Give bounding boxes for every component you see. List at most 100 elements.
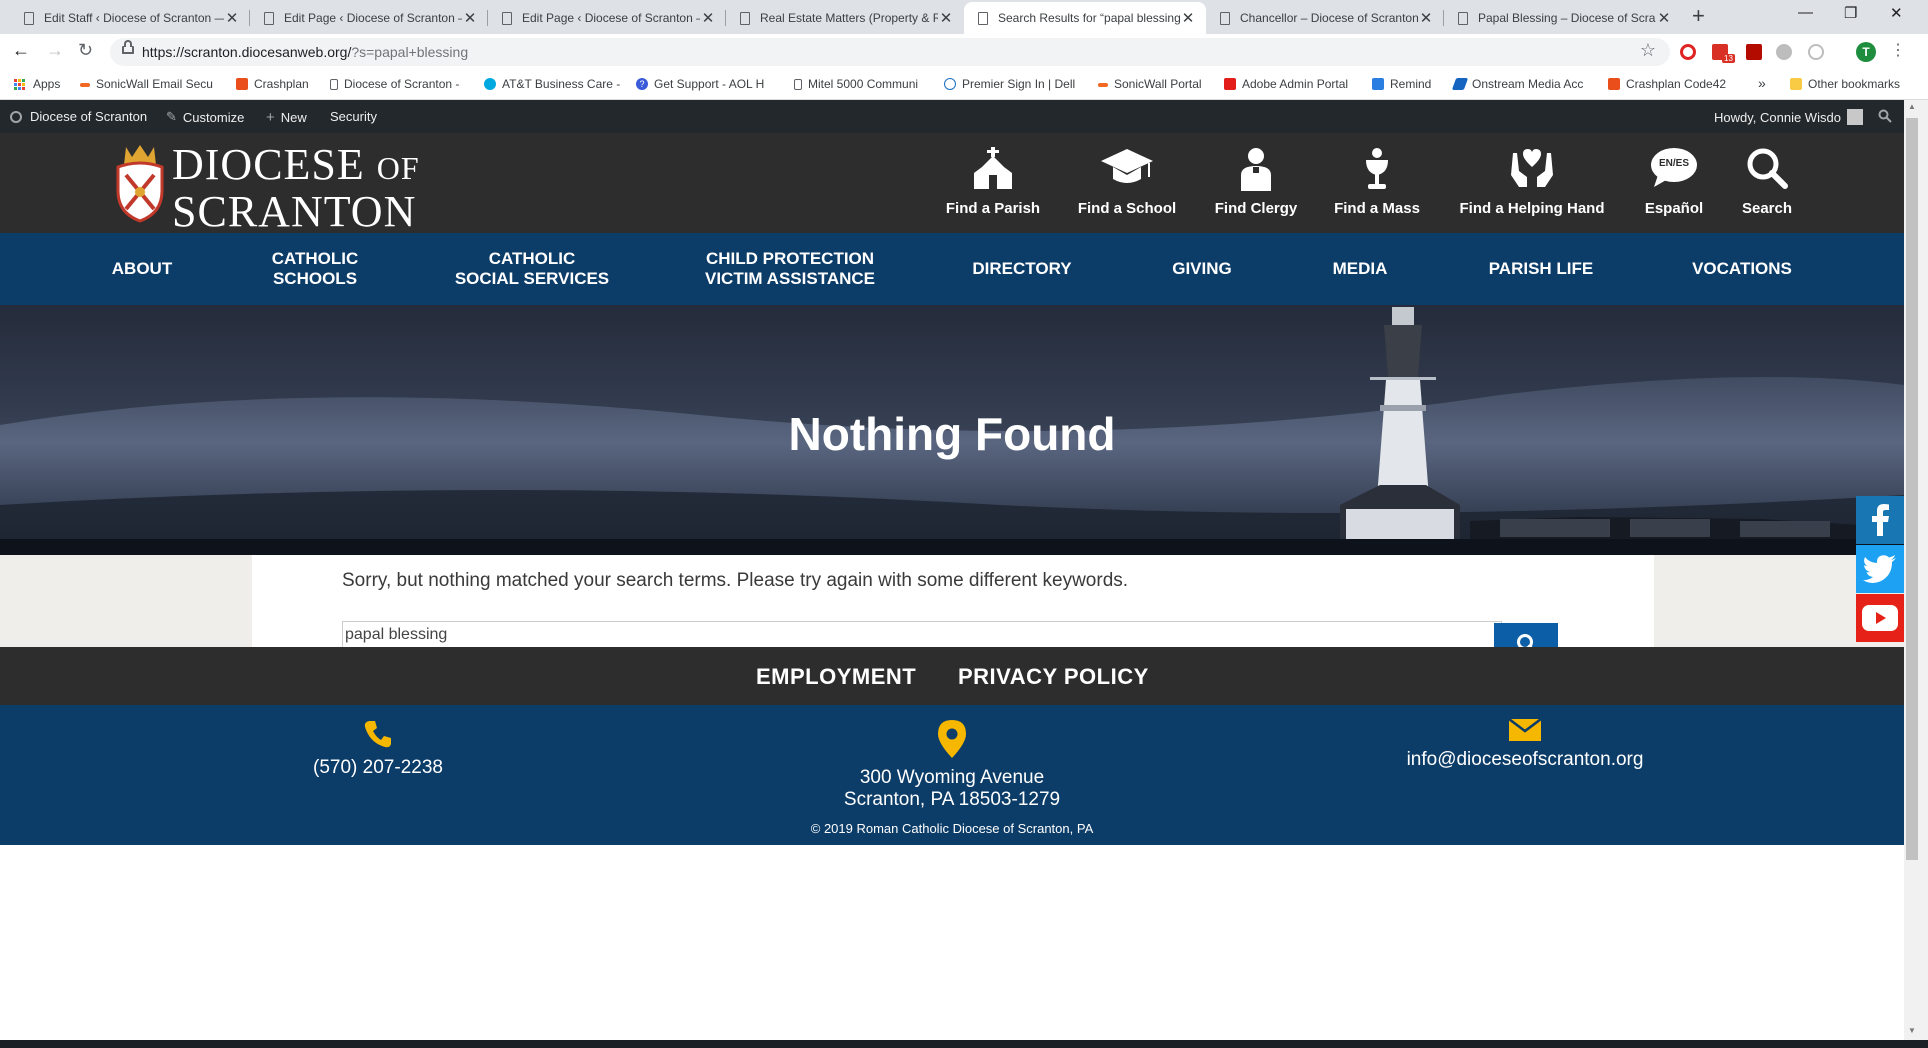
footer-link-privacy-policy[interactable]: PRIVACY POLICY — [958, 664, 1149, 690]
crashplan-icon — [236, 78, 248, 90]
find-a-helping-hand-link[interactable]: Find a Helping Hand — [1452, 133, 1612, 233]
bookmark-item[interactable]: Adobe Admin Portal — [1224, 77, 1348, 91]
bookmark-apps[interactable]: Apps — [14, 77, 60, 91]
reload-button[interactable]: ↻ — [78, 40, 93, 61]
find-clergy-link[interactable]: Find Clergy — [1208, 133, 1304, 233]
user-avatar — [1846, 109, 1863, 125]
opera-extension-icon[interactable] — [1680, 44, 1696, 60]
find-a-mass-link[interactable]: Find a Mass — [1328, 133, 1426, 233]
browser-menu-icon[interactable]: ⋮ — [1890, 40, 1906, 60]
acrobat-extension-icon[interactable] — [1746, 44, 1762, 60]
os-taskbar — [0, 1040, 1928, 1048]
browser-tab[interactable]: Real Estate Matters (Property & R ✕ — [726, 2, 964, 34]
bookmark-item[interactable]: SonicWall Portal — [1098, 77, 1202, 91]
espanol-link[interactable]: EN/ES Español — [1636, 133, 1712, 233]
back-button[interactable]: ← — [12, 40, 30, 61]
nav-item-about[interactable]: ABOUT — [92, 233, 192, 305]
nav-item-catholic-social-services[interactable]: CATHOLIC SOCIAL SERVICES — [440, 233, 624, 305]
close-window-button[interactable]: ✕ — [1890, 4, 1903, 22]
find-a-parish-link[interactable]: Find a Parish — [940, 133, 1046, 233]
vertical-scrollbar-thumb[interactable] — [1906, 118, 1918, 860]
gmail-badge: 13 — [1722, 54, 1735, 63]
admin-security-link[interactable]: Security — [330, 109, 377, 124]
bookmark-item[interactable]: Crashplan Code42 — [1608, 77, 1726, 91]
footer-email[interactable]: info@dioceseofscranton.org — [1370, 718, 1680, 771]
bookmark-star-icon[interactable]: ☆ — [1640, 40, 1656, 61]
facebook-icon[interactable] — [1856, 496, 1904, 544]
bookmark-item[interactable]: Mitel 5000 Communi — [794, 77, 918, 91]
browser-tab[interactable]: Chancellor – Diocese of Scranton ✕ — [1206, 2, 1444, 34]
profile-avatar[interactable]: T — [1856, 42, 1876, 62]
att-globe-icon — [484, 78, 496, 90]
bookmark-item[interactable]: AT&T Business Care - — [484, 77, 620, 91]
nav-item-child-protection[interactable]: CHILD PROTECTION VICTIM ASSISTANCE — [680, 233, 900, 305]
close-tab-icon[interactable]: ✕ — [462, 9, 478, 27]
forward-button[interactable]: → — [46, 40, 64, 61]
bookmark-item[interactable]: Crashplan — [236, 77, 309, 91]
browser-tab[interactable]: Edit Staff ‹ Diocese of Scranton — ✕ — [10, 2, 250, 34]
extension-icon[interactable] — [1808, 44, 1824, 60]
nav-item-vocations[interactable]: VOCATIONS — [1680, 233, 1804, 305]
admin-customize-link[interactable]: ✎ Customize — [166, 109, 244, 125]
bookmark-item[interactable]: Premier Sign In | Dell — [944, 77, 1075, 91]
extension-icon[interactable] — [1776, 44, 1792, 60]
footer-links-bar: EMPLOYMENT PRIVACY POLICY — [0, 647, 1904, 705]
close-tab-icon[interactable]: ✕ — [1180, 9, 1196, 27]
close-tab-icon[interactable]: ✕ — [1656, 9, 1672, 27]
admin-account-link[interactable]: Howdy, Connie Wisdo — [1714, 109, 1863, 125]
close-tab-icon[interactable]: ✕ — [1418, 9, 1434, 27]
browser-tab[interactable]: Papal Blessing – Diocese of Scran ✕ — [1444, 2, 1682, 34]
bookmarks-overflow-button[interactable]: » — [1758, 75, 1766, 91]
footer-phone[interactable]: (570) 207-2238 — [278, 719, 478, 779]
wp-admin-bar: Diocese of Scranton ✎ Customize + New Se… — [0, 100, 1904, 133]
main-navigation: ABOUT CATHOLIC SCHOOLS CATHOLIC SOCIAL SER… — [0, 233, 1904, 305]
footer-address[interactable]: 300 Wyoming Avenue Scranton, PA 18503-12… — [800, 719, 1104, 811]
scroll-down-arrow-icon[interactable]: ▼ — [1908, 1026, 1916, 1035]
admin-new-link[interactable]: + New — [266, 109, 307, 126]
search-submit-button[interactable] — [1494, 623, 1558, 655]
browser-tab[interactable]: Edit Page ‹ Diocese of Scranton — ✕ — [488, 2, 726, 34]
search-input[interactable] — [342, 621, 1502, 647]
apps-grid-icon — [14, 78, 25, 90]
bookmark-item[interactable]: Remind — [1372, 77, 1431, 91]
nav-item-directory[interactable]: DIRECTORY — [960, 233, 1084, 305]
bookmark-item[interactable]: ? Get Support - AOL H — [636, 77, 764, 91]
document-icon — [330, 78, 338, 90]
bookmark-item[interactable]: SonicWall Email Secu — [80, 77, 213, 91]
document-icon — [264, 11, 274, 25]
clergy-icon — [1238, 147, 1274, 195]
youtube-icon[interactable] — [1856, 594, 1904, 642]
bookmark-item[interactable]: Onstream Media Acc — [1451, 77, 1583, 91]
nav-item-catholic-schools[interactable]: CATHOLIC SCHOOLS — [250, 233, 380, 305]
browser-tab-active[interactable]: Search Results for “papal blessing ✕ — [964, 2, 1206, 34]
sonicwall-icon — [1098, 83, 1108, 87]
browser-tab-title: Edit Staff ‹ Diocese of Scranton — — [44, 11, 224, 25]
bookmarks-bar: Apps SonicWall Email Secu Crashplan Dioc… — [0, 70, 1928, 100]
new-tab-button[interactable]: + — [1692, 3, 1705, 29]
footer-link-employment[interactable]: EMPLOYMENT — [756, 664, 916, 690]
other-bookmarks-folder[interactable]: Other bookmarks — [1790, 77, 1900, 91]
nav-item-giving[interactable]: GIVING — [1156, 233, 1248, 305]
admin-search-icon[interactable] — [1878, 109, 1892, 123]
twitter-icon[interactable] — [1856, 545, 1904, 593]
admin-site-link[interactable]: Diocese of Scranton — [10, 109, 147, 124]
sonicwall-icon — [80, 83, 90, 87]
site-logo[interactable]: DIOCESE OF SCRANTON — [172, 143, 420, 234]
close-tab-icon[interactable]: ✕ — [700, 9, 716, 27]
header-search-link[interactable]: Search — [1730, 133, 1804, 233]
language-bubble-icon: EN/ES — [1650, 147, 1698, 189]
minimize-button[interactable]: — — [1798, 4, 1813, 21]
nav-item-media[interactable]: MEDIA — [1316, 233, 1404, 305]
find-a-school-link[interactable]: Find a School — [1070, 133, 1184, 233]
close-tab-icon[interactable]: ✕ — [938, 9, 954, 27]
dashboard-gauge-icon — [10, 110, 22, 123]
nav-item-parish-life[interactable]: PARISH LIFE — [1474, 233, 1608, 305]
diocese-crest-icon[interactable] — [112, 145, 168, 228]
crashplan-icon — [1608, 78, 1620, 90]
bookmark-item[interactable]: Diocese of Scranton - — [330, 77, 459, 91]
close-tab-icon[interactable]: ✕ — [224, 9, 240, 27]
address-bar[interactable]: https://scranton.diocesanweb.org/?s=papa… — [110, 38, 1670, 66]
scroll-up-arrow-icon[interactable]: ▲ — [1908, 102, 1916, 111]
restore-button[interactable]: ❐ — [1844, 4, 1857, 22]
browser-tab[interactable]: Edit Page ‹ Diocese of Scranton — ✕ — [250, 2, 488, 34]
